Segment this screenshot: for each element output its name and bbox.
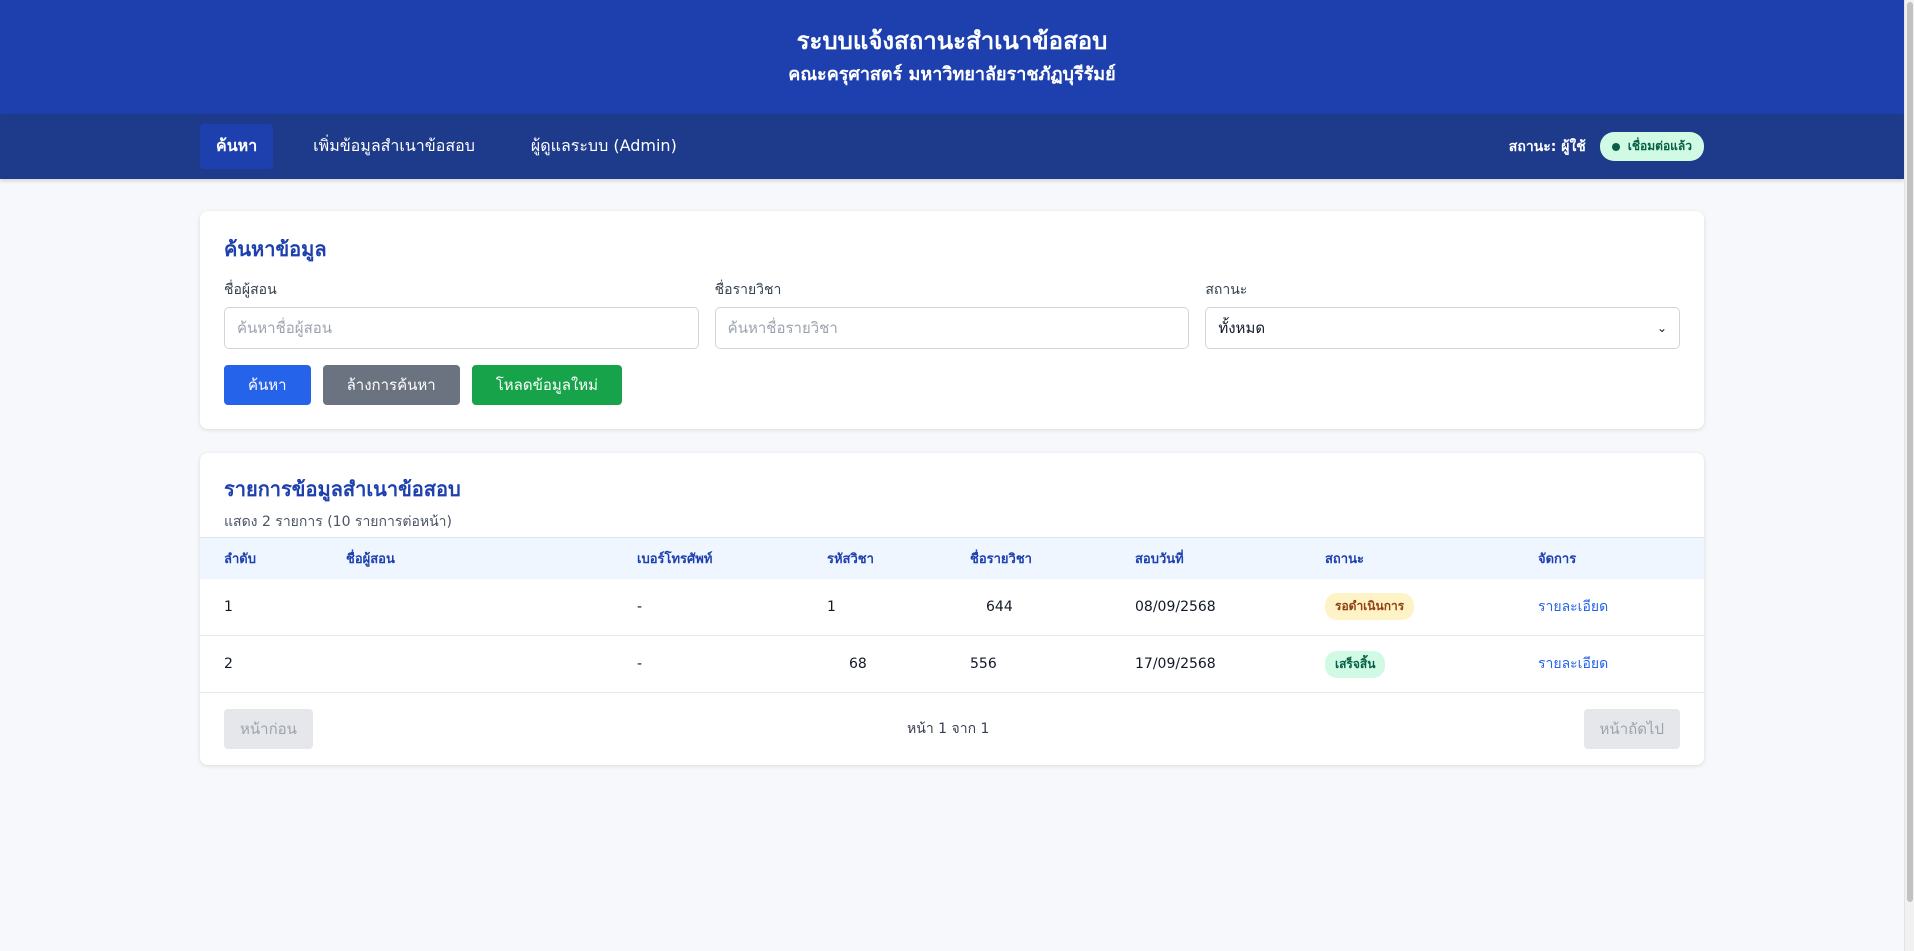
col-header-date: สอบวันที่ [1135,551,1184,567]
cell-instructor [322,635,613,693]
top-nav: ค้นหา เพิ่มข้อมูลสำเนาข้อสอบ ผู้ดูแลระบบ… [0,114,1904,179]
chevron-down-icon: ⌄ [1656,321,1668,335]
user-status-label: สถานะ: ผู้ใช้ [1508,138,1586,155]
subject-input[interactable] [714,307,1190,349]
nav-links: ค้นหา เพิ่มข้อมูลสำเนาข้อสอบ ผู้ดูแลระบบ… [200,124,717,169]
search-button[interactable]: ค้นหา [224,365,311,405]
status-badge: เสร็จสิ้น [1325,650,1386,678]
cell-status: เสร็จสิ้น [1301,635,1514,693]
instructor-input[interactable] [224,307,699,349]
subject-field-group: ชื่อรายวิชา [714,279,1190,349]
cell-action: รายละเอียด [1514,635,1704,693]
cell-action: รายละเอียด [1514,578,1704,636]
col-header-subject: ชื่อรายวิชา [970,551,1032,567]
col-header-instructor: ชื่อผู้สอน [346,551,395,567]
reload-data-button[interactable]: โหลดข้อมูลใหม่ [471,365,623,405]
status-field-group: สถานะ ทั้งหมด ⌄ [1205,279,1681,349]
connection-badge-label: เชื่อมต่อแล้ว [1627,139,1692,153]
search-fields: ชื่อผู้สอน ชื่อรายวิชา สถานะ ทั้งหมด ⌄ [224,279,1681,349]
page: ระบบแจ้งสถานะสำเนาข้อสอบ คณะครุศาสตร์ มห… [0,0,1904,951]
app-subtitle: คณะครุศาสตร์ มหาวิทยาลัยราชภัฏบุรีรัมย์ [788,64,1116,85]
cell-subject: 556 [946,635,1111,693]
status-select-value: ทั้งหมด [1218,319,1266,337]
table-header-row: ลำดับ ชื่อผู้สอน เบอร์โทรศัพท์ รหัสวิชา … [200,537,1704,579]
instructor-field-group: ชื่อผู้สอน [224,279,699,349]
pagination: หน้าก่อน หน้า 1 จาก 1 หน้าถัดไป [200,693,1704,765]
prev-page-button[interactable]: หน้าก่อน [224,709,313,749]
col-header-status: สถานะ [1325,551,1364,567]
cell-no: 2 [200,635,322,693]
list-title: รายการข้อมูลสำเนาข้อสอบ [224,477,461,501]
detail-link[interactable]: รายละเอียด [1538,656,1608,672]
instructor-label: ชื่อผู้สอน [224,282,277,298]
list-summary: แสดง 2 รายการ (10 รายการต่อหน้า) [224,514,452,530]
cell-no: 1 [200,578,322,636]
nav-item-search[interactable]: ค้นหา [200,124,274,169]
detail-link[interactable]: รายละเอียด [1538,599,1608,615]
app-header: ระบบแจ้งสถานะสำเนาข้อสอบ คณะครุศาสตร์ มห… [0,0,1904,114]
table-row: 2 - 68 556 17/09/2568 เสร็จสิ้น รายละเอี… [200,635,1704,693]
clear-search-button[interactable]: ล้างการค้นหา [322,365,460,405]
user-status: สถานะ: ผู้ใช้ เชื่อมต่อแล้ว [1509,132,1704,161]
next-page-button[interactable]: หน้าถัดไป [1583,709,1680,749]
app-title: ระบบแจ้งสถานะสำเนาข้อสอบ [796,27,1108,55]
cell-status: รอดำเนินการ [1301,578,1514,636]
status-select[interactable]: ทั้งหมด ⌄ [1205,307,1681,349]
search-card: ค้นหาข้อมูล ชื่อผู้สอน ชื่อรายวิชา สถานะ… [200,211,1704,429]
status-badge: รอดำเนินการ [1325,593,1415,621]
page-scrollbar[interactable] [1904,0,1914,951]
col-header-phone: เบอร์โทรศัพท์ [637,551,713,567]
page-info: หน้า 1 จาก 1 [907,721,990,737]
nav-item-add-copy[interactable]: เพิ่มข้อมูลสำเนาข้อสอบ [297,124,491,169]
col-header-code: รหัสวิชา [827,551,874,567]
cell-date: 17/09/2568 [1111,635,1301,693]
records-table: ลำดับ ชื่อผู้สอน เบอร์โทรศัพท์ รหัสวิชา … [200,537,1704,693]
cell-phone: - [613,635,803,693]
cell-subject: 644 [946,578,1111,636]
nav-item-admin[interactable]: ผู้ดูแลระบบ (Admin) [515,124,693,169]
subject-label: ชื่อรายวิชา [714,282,782,298]
cell-instructor [322,578,613,636]
col-header-action: จัดการ [1538,551,1577,567]
connection-badge: เชื่อมต่อแล้ว [1599,132,1704,161]
cell-phone: - [613,578,803,636]
list-card: รายการข้อมูลสำเนาข้อสอบ แสดง 2 รายการ (1… [200,453,1704,765]
list-header: รายการข้อมูลสำเนาข้อสอบ แสดง 2 รายการ (1… [200,453,1704,537]
col-header-no: ลำดับ [224,551,256,567]
table-row: 1 - 1 644 08/09/2568 รอดำเนินการ รายละเอ… [200,578,1704,636]
status-label: สถานะ [1205,282,1248,298]
cell-date: 08/09/2568 [1111,578,1301,636]
search-title: ค้นหาข้อมูล [224,237,327,261]
connection-dot-icon [1611,142,1620,151]
cell-code: 68 [803,635,946,693]
search-buttons: ค้นหา ล้างการค้นหา โหลดข้อมูลใหม่ [224,365,1680,405]
cell-code: 1 [803,578,946,636]
scrollbar-thumb[interactable] [1907,2,1913,902]
